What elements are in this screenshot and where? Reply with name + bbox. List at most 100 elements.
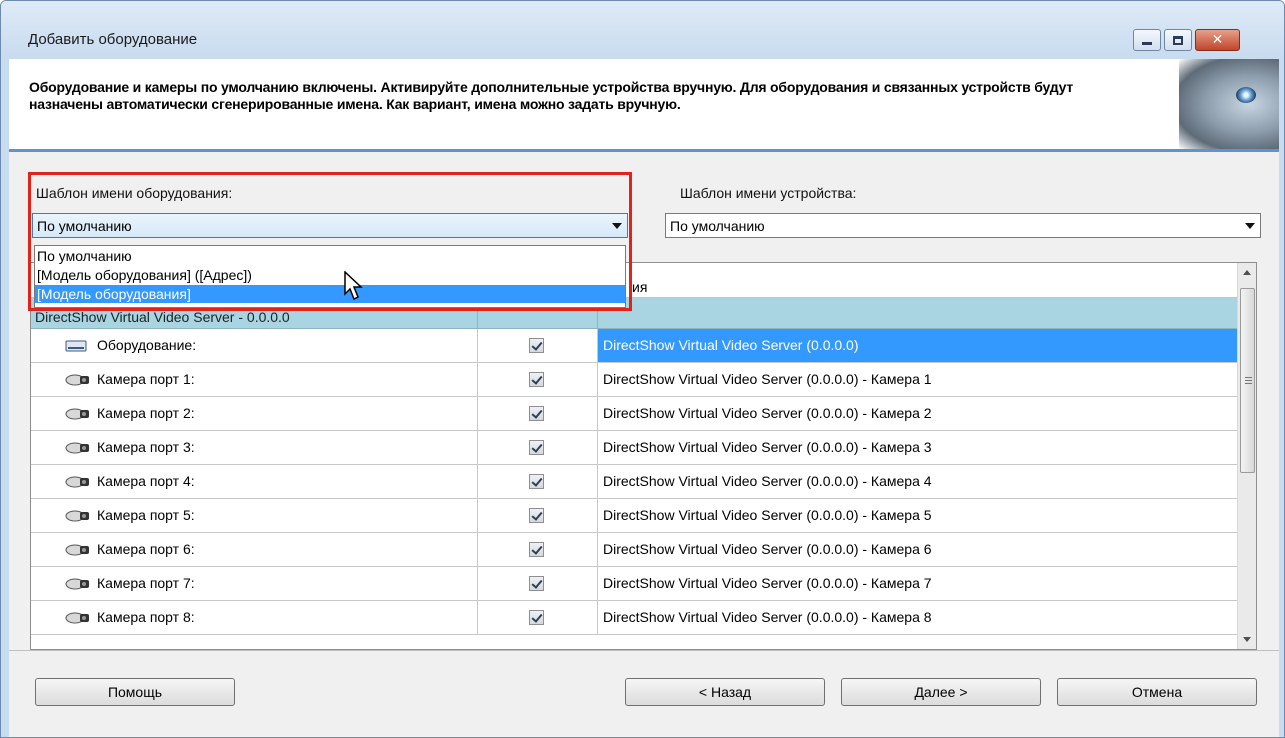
scroll-up-arrow[interactable] — [1238, 263, 1256, 282]
hardware-template-dropdown-list: По умолчанию [Модель оборудования] ([Адр… — [34, 245, 626, 308]
table-row[interactable]: Камера порт 3: DirectShow Virtual Video S… — [31, 431, 1237, 465]
row-name-value: DirectShow Virtual Video Server (0.0.0.0… — [603, 371, 932, 387]
row-name-value: DirectShow Virtual Video Server (0.0.0.0… — [603, 405, 932, 421]
row-enabled-cell — [477, 499, 597, 532]
chevron-down-icon[interactable] — [612, 223, 622, 229]
row-name-cell[interactable]: DirectShow Virtual Video Server (0.0.0.0… — [597, 499, 1237, 532]
row-name-cell[interactable]: DirectShow Virtual Video Server (0.0.0.0… — [597, 601, 1237, 634]
camera-icon — [65, 611, 91, 628]
camera-icon — [65, 441, 91, 458]
wizard-header: Оборудование и камеры по умолчанию включ… — [9, 59, 1279, 149]
scroll-thumb[interactable] — [1240, 288, 1255, 473]
enable-checkbox[interactable] — [529, 440, 544, 455]
row-label: Камера порт 1: — [97, 371, 195, 387]
row-label-cell: Камера порт 2: — [31, 397, 477, 430]
camera-icon — [65, 407, 91, 424]
wolf-eye-logo — [1179, 59, 1279, 149]
row-enabled-cell — [477, 329, 597, 362]
camera-icon — [65, 543, 91, 560]
row-name-cell[interactable]: DirectShow Virtual Video Server (0.0.0.0… — [597, 329, 1237, 362]
table-row[interactable]: Камера порт 2: DirectShow Virtual Video S… — [31, 397, 1237, 431]
row-label-cell: Камера порт 3: — [31, 431, 477, 464]
row-name-value: DirectShow Virtual Video Server (0.0.0.0… — [603, 337, 859, 353]
row-name-value: DirectShow Virtual Video Server (0.0.0.0… — [603, 575, 932, 591]
wizard-footer: Помощь < Назад Далее > Отмена — [9, 650, 1279, 737]
row-enabled-cell — [477, 601, 597, 634]
logo-eye — [1236, 87, 1256, 103]
row-label-cell: Оборудование: — [31, 329, 477, 362]
scroll-down-arrow[interactable] — [1238, 630, 1256, 649]
table-row[interactable]: Камера порт 7: DirectShow Virtual Video S… — [31, 567, 1237, 601]
hardware-grid[interactable]: ия DirectShow Virtual Video Server - 0.0… — [30, 262, 1257, 650]
table-row[interactable]: Камера порт 5: DirectShow Virtual Video S… — [31, 499, 1237, 533]
row-label-cell: Камера порт 8: — [31, 601, 477, 634]
row-name-cell[interactable]: DirectShow Virtual Video Server (0.0.0.0… — [597, 533, 1237, 566]
row-label: Камера порт 2: — [97, 405, 195, 421]
row-name-cell[interactable]: DirectShow Virtual Video Server (0.0.0.0… — [597, 567, 1237, 600]
camera-icon — [65, 577, 91, 594]
cancel-button[interactable]: Отмена — [1057, 678, 1257, 706]
row-name-cell[interactable]: DirectShow Virtual Video Server (0.0.0.0… — [597, 431, 1237, 464]
row-name-cell[interactable]: DirectShow Virtual Video Server (0.0.0.0… — [597, 397, 1237, 430]
next-button[interactable]: Далее > — [841, 678, 1041, 706]
enable-checkbox[interactable] — [529, 542, 544, 557]
row-enabled-cell — [477, 465, 597, 498]
table-row[interactable]: Оборудование: DirectShow Virtual Video Se… — [31, 329, 1237, 363]
window-title: Добавить оборудование — [28, 31, 198, 48]
row-label: Камера порт 3: — [97, 439, 195, 455]
row-name-cell[interactable]: DirectShow Virtual Video Server (0.0.0.0… — [597, 363, 1237, 396]
hardware-template-label: Шаблон имени оборудования: — [36, 185, 233, 201]
table-row[interactable]: Камера порт 1: DirectShow Virtual Video S… — [31, 363, 1237, 397]
row-label-cell: Камера порт 7: — [31, 567, 477, 600]
row-label-cell: Камера порт 6: — [31, 533, 477, 566]
enable-checkbox[interactable] — [529, 508, 544, 523]
row-label-cell: Камера порт 4: — [31, 465, 477, 498]
device-template-value: По умолчанию — [670, 218, 765, 234]
table-row[interactable]: Камера порт 6: DirectShow Virtual Video S… — [31, 533, 1237, 567]
maximize-icon — [1173, 35, 1183, 45]
enable-checkbox[interactable] — [529, 610, 544, 625]
device-template-label: Шаблон имени устройства: — [680, 185, 857, 201]
device-template-combo[interactable]: По умолчанию — [665, 213, 1261, 238]
hardware-icon — [65, 339, 87, 356]
column-header-name[interactable]: ия — [632, 279, 647, 295]
row-label: Камера порт 4: — [97, 473, 195, 489]
camera-icon — [65, 373, 91, 390]
dropdown-option[interactable]: [Модель оборудования] ([Адрес]) — [35, 266, 625, 284]
hardware-template-combo[interactable]: По умолчанию — [32, 213, 628, 238]
scroll-grip-icon — [1245, 377, 1252, 384]
enable-checkbox[interactable] — [529, 406, 544, 421]
enable-checkbox[interactable] — [529, 372, 544, 387]
row-name-value: DirectShow Virtual Video Server (0.0.0.0… — [603, 439, 932, 455]
table-row[interactable]: Камера порт 4: DirectShow Virtual Video S… — [31, 465, 1237, 499]
close-button[interactable]: ✕ — [1195, 29, 1240, 51]
row-name-cell[interactable]: DirectShow Virtual Video Server (0.0.0.0… — [597, 465, 1237, 498]
dropdown-option-selected[interactable]: [Модель оборудования] — [35, 285, 625, 303]
row-enabled-cell — [477, 567, 597, 600]
back-button[interactable]: < Назад — [625, 678, 825, 706]
enable-checkbox[interactable] — [529, 474, 544, 489]
camera-icon — [65, 509, 91, 526]
help-button[interactable]: Помощь — [35, 678, 235, 706]
row-enabled-cell — [477, 533, 597, 566]
row-name-value: DirectShow Virtual Video Server (0.0.0.0… — [603, 541, 932, 557]
enable-checkbox[interactable] — [529, 576, 544, 591]
row-name-value: DirectShow Virtual Video Server (0.0.0.0… — [603, 609, 932, 625]
dropdown-option[interactable]: По умолчанию — [35, 247, 625, 265]
minimize-icon — [1142, 41, 1152, 45]
row-enabled-cell — [477, 431, 597, 464]
next-button-label: Далее > — [914, 684, 968, 700]
header-description: Оборудование и камеры по умолчанию включ… — [29, 79, 1074, 112]
table-row[interactable]: Камера порт 8: DirectShow Virtual Video S… — [31, 601, 1237, 635]
row-enabled-cell — [477, 363, 597, 396]
maximize-button[interactable] — [1164, 29, 1192, 51]
minimize-button[interactable] — [1133, 29, 1161, 51]
cancel-button-label: Отмена — [1131, 684, 1183, 700]
title-bar[interactable]: Добавить оборудование ✕ — [1, 1, 1284, 59]
hardware-template-value: По умолчанию — [37, 218, 132, 234]
vertical-scrollbar[interactable] — [1237, 263, 1256, 649]
chevron-down-icon[interactable] — [1245, 223, 1255, 229]
enable-checkbox[interactable] — [529, 338, 544, 353]
mouse-cursor-icon — [344, 271, 363, 301]
row-label-cell: Камера порт 1: — [31, 363, 477, 396]
